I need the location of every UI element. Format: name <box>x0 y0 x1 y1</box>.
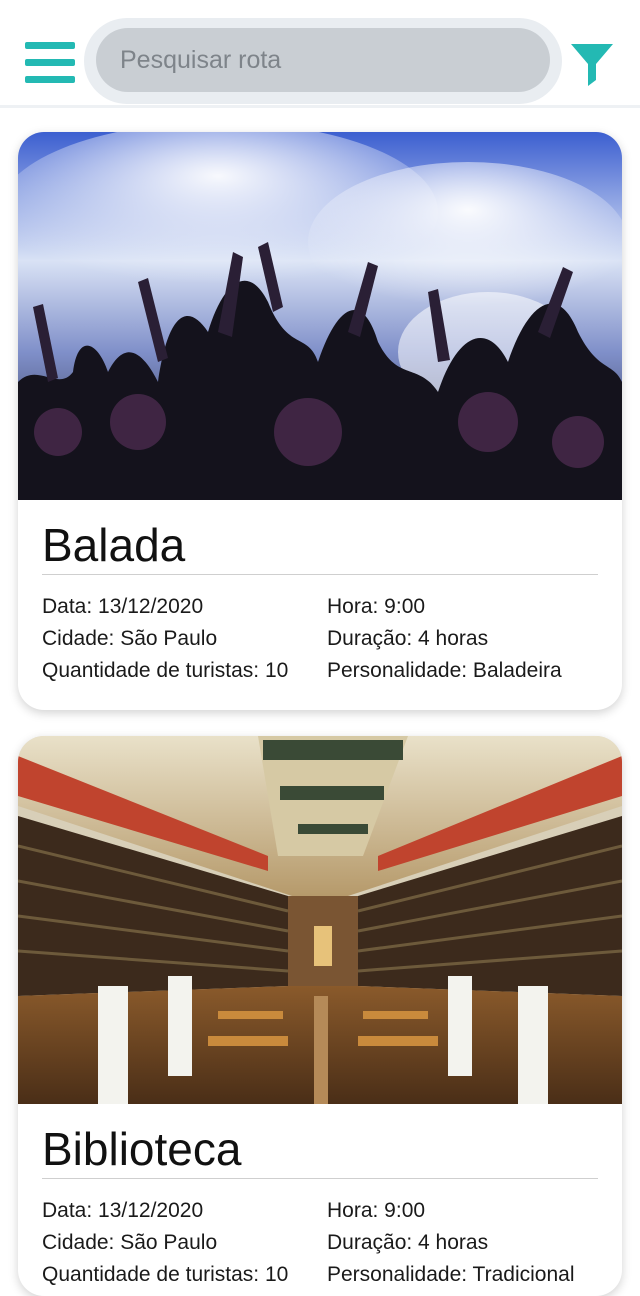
menu-line <box>25 42 75 49</box>
route-info-right: Hora: 9:00 Duração: 4 horas Personalidad… <box>327 1195 575 1291</box>
divider <box>42 574 598 575</box>
menu-line <box>25 59 75 66</box>
route-title: Biblioteca <box>42 1123 242 1175</box>
route-info-left: Data: 13/12/2020 Cidade: São Paulo Quant… <box>42 1195 288 1291</box>
search-bar <box>84 18 562 104</box>
route-duration: Duração: 4 horas <box>327 1231 489 1254</box>
menu-line <box>25 76 75 83</box>
route-info-right: Hora: 9:00 Duração: 4 horas Personalidad… <box>327 591 562 687</box>
route-duration: Duração: 4 horas <box>327 627 489 650</box>
route-city: Cidade: São Paulo <box>42 627 218 650</box>
route-info-left: Data: 13/12/2020 Cidade: São Paulo Quant… <box>42 591 288 687</box>
route-tourists: Quantidade de turistas: 10 <box>42 659 289 682</box>
library-hall-photo <box>18 736 622 1104</box>
concert-crowd-photo <box>18 132 622 500</box>
route-date: Data: 13/12/2020 <box>42 1199 204 1222</box>
route-time: Hora: 9:00 <box>327 595 426 618</box>
route-personality: Personalidade: Baladeira <box>327 659 562 682</box>
route-card[interactable]: Balada Data: 13/12/2020 Cidade: São Paul… <box>18 132 622 710</box>
route-city: Cidade: São Paulo <box>42 1231 218 1254</box>
route-tourists: Quantidade de turistas: 10 <box>42 1263 289 1286</box>
search-input[interactable] <box>96 28 550 92</box>
route-personality: Personalidade: Tradicional <box>327 1263 575 1286</box>
route-date: Data: 13/12/2020 <box>42 595 204 618</box>
filter-funnel-icon[interactable] <box>569 40 615 88</box>
route-title: Balada <box>42 519 186 571</box>
hamburger-menu-icon[interactable] <box>25 42 75 84</box>
route-time: Hora: 9:00 <box>327 1199 426 1222</box>
route-card[interactable]: Biblioteca Data: 13/12/2020 Cidade: São … <box>18 736 622 1296</box>
top-bar <box>0 0 640 108</box>
divider <box>42 1178 598 1179</box>
